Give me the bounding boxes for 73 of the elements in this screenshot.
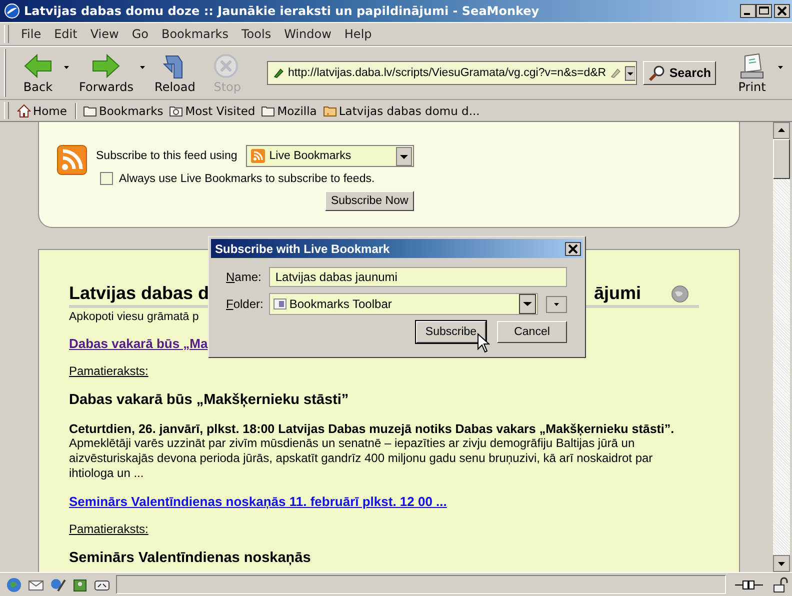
forward-button[interactable]: Forwards xyxy=(73,50,140,96)
entry-title: Dabas vakarā būs „Makšķernieku stāsti” xyxy=(69,392,350,408)
subscribe-label: Subscribe to this feed using xyxy=(96,150,238,162)
expand-folders-icon[interactable] xyxy=(546,296,567,312)
padlock-icon xyxy=(772,576,788,592)
minimize-icon[interactable] xyxy=(740,4,756,18)
dialog-title: Subscribe with Live Bookmark xyxy=(215,242,390,256)
folder-label: Folder: xyxy=(226,297,264,311)
forward-arrow-icon xyxy=(91,52,122,80)
menu-item[interactable]: File xyxy=(15,27,48,41)
page-heading: ājumi xyxy=(594,283,641,304)
folder-icon xyxy=(82,104,97,118)
back-button[interactable]: Back xyxy=(12,50,64,96)
app-logo-icon xyxy=(4,3,20,19)
page-heading: Latvijas dabas d xyxy=(69,283,210,304)
address-field[interactable]: http://latvijas.daba.lv/scripts/ViesuGramata/vg.cgi?v=n&s=d&R xyxy=(267,61,638,85)
close-icon[interactable] xyxy=(565,242,581,256)
home-icon xyxy=(17,104,31,118)
close-icon[interactable] xyxy=(774,4,790,18)
address-book-icon[interactable] xyxy=(72,576,88,592)
menu-item[interactable]: Edit xyxy=(48,27,84,41)
cancel-button[interactable]: Cancel xyxy=(497,321,567,343)
page-proxy-icon xyxy=(273,66,284,80)
smart-folder-icon xyxy=(169,104,184,118)
feed-folder-icon xyxy=(322,104,337,118)
composer-icon[interactable] xyxy=(50,576,66,592)
subscribe-button[interactable]: Subscribe xyxy=(416,321,486,343)
dropdown-caret-icon[interactable] xyxy=(64,66,69,68)
print-button[interactable]: Print xyxy=(726,50,778,96)
scroll-up-icon[interactable] xyxy=(773,122,790,139)
menu-item[interactable]: View xyxy=(84,27,126,41)
entry-lead: Ceturtdien, 26. janvārī, plkst. 18:00 Latvijas Dabas muzejā notiks Dabas vakars „Makšķernieku stāsti”. xyxy=(69,422,676,436)
checkbox-label: Always use Live Bookmarks to subscribe to feeds. xyxy=(119,172,375,184)
maximize-icon[interactable] xyxy=(756,4,772,18)
bookmark-item[interactable]: Most Visited xyxy=(167,104,260,118)
search-button[interactable]: Search xyxy=(643,61,716,85)
globe-icon[interactable] xyxy=(6,576,22,592)
name-field[interactable]: Latvijas dabas jaunumi xyxy=(269,267,567,287)
scroll-down-icon[interactable] xyxy=(773,555,790,572)
reload-button[interactable]: Reload xyxy=(148,50,202,96)
source-label: Pamatieraksts: xyxy=(69,364,150,378)
mouse-pointer-icon xyxy=(477,333,490,354)
checkbox[interactable] xyxy=(100,172,113,185)
scrollbar-thumb[interactable] xyxy=(773,139,790,179)
bookmark-item[interactable]: Mozilla xyxy=(259,104,321,118)
folder-icon xyxy=(261,104,276,118)
bookmark-item[interactable]: Home xyxy=(15,104,71,118)
entry-link[interactable]: Seminārs Valentīndienas noskaņās 11. februārī plkst. 12 00 ... xyxy=(69,494,699,509)
entry-title: Seminārs Valentīndienas noskaņās xyxy=(69,550,312,566)
back-arrow-icon xyxy=(23,52,53,80)
globe-icon xyxy=(671,284,689,302)
dropdown-caret-icon[interactable] xyxy=(778,66,784,68)
menu-item[interactable]: Go xyxy=(126,27,156,41)
rss-feed-icon xyxy=(57,145,87,175)
dropdown-caret-icon[interactable] xyxy=(140,66,145,68)
bookmark-item[interactable]: Latvijas dabas domu d... xyxy=(320,104,484,118)
entry-text: Apmeklētāji varēs uzzināt par zivīm mūsdienās un senatnē – iepazīties ar zivju demogrāfiju Baltijas jūrā un aizvēsturiskajās devona perioda jūrās, apskatīt gandrīz 400 miljonu gadu senu bruņuzivi, kā arī noskaidrot par ihtiologa un ... xyxy=(69,436,654,481)
menu-item[interactable]: Help xyxy=(338,27,379,41)
rss-feed-icon xyxy=(251,149,266,163)
menu-item[interactable]: Bookmarks xyxy=(155,27,236,41)
search-icon xyxy=(648,65,666,81)
bookmark-item[interactable]: Bookmarks xyxy=(80,104,168,118)
subscribe-now-button[interactable]: Subscribe Now xyxy=(324,191,414,211)
reader-dropdown[interactable]: Live Bookmarks xyxy=(246,145,414,167)
menu-item[interactable]: Window xyxy=(278,27,338,41)
bookmark-folder-icon xyxy=(273,297,288,311)
intro-text: Apkopoti viesu grāmatā p xyxy=(69,311,200,323)
source-label: Pamatieraksts: xyxy=(69,522,150,536)
window-title: Latvijas dabas domu doze :: Jaunākie ieraksti un papildinājumi - SeaMonkey xyxy=(24,4,540,18)
name-label: Name: xyxy=(226,270,262,284)
menu-item[interactable]: Tools xyxy=(236,27,278,41)
folder-dropdown[interactable]: Bookmarks Toolbar xyxy=(269,293,538,315)
security-icon xyxy=(610,66,621,80)
